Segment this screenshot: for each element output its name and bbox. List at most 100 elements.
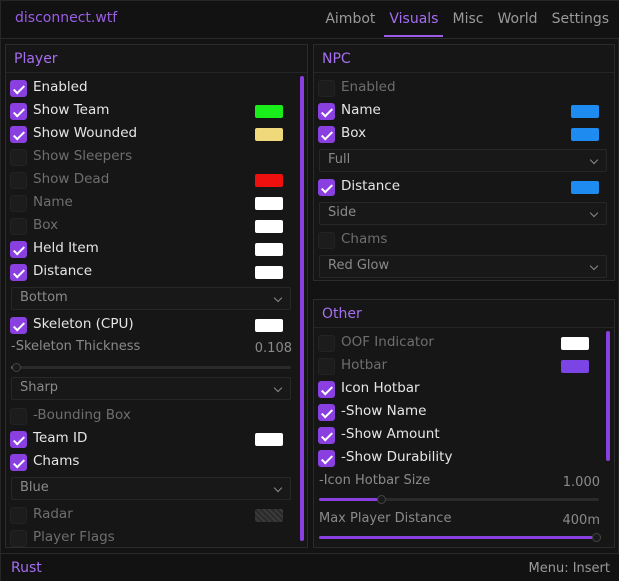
npc-box-checkbox[interactable] — [318, 126, 335, 143]
player-show-dead-checkbox[interactable] — [10, 172, 27, 189]
npc-box-color-swatch[interactable] — [571, 128, 599, 141]
player-skeleton-row[interactable]: Skeleton (CPU) — [6, 314, 307, 337]
max-player-distance-slider[interactable] — [319, 533, 601, 542]
name-color-swatch[interactable] — [255, 197, 283, 210]
npc-distance-color-swatch[interactable] — [571, 181, 599, 194]
npc-chams-row[interactable]: Chams — [314, 229, 614, 252]
skeleton-thickness-knob[interactable] — [12, 363, 21, 372]
player-enabled-row[interactable]: Enabled — [6, 77, 307, 100]
npc-name-row[interactable]: Name — [314, 100, 614, 123]
oof-indicator-row[interactable]: OOF Indicator — [314, 332, 614, 355]
player-show-sleepers-checkbox[interactable] — [10, 149, 27, 166]
icon-hotbar-size-fill — [319, 498, 381, 501]
oof-indicator-color-swatch[interactable] — [561, 337, 589, 350]
radar-color-swatch[interactable] — [255, 509, 283, 522]
tab-world[interactable]: World — [490, 1, 544, 39]
hotbar-row[interactable]: Hotbar — [314, 355, 614, 378]
radar-row[interactable]: Radar — [6, 504, 307, 527]
show-name-row[interactable]: -Show Name — [314, 401, 614, 424]
chevron-down-icon — [273, 383, 283, 393]
player-name-checkbox[interactable] — [10, 195, 27, 212]
skeleton-color-swatch[interactable] — [255, 319, 283, 332]
team-id-checkbox[interactable] — [10, 431, 27, 448]
player-held-item-row[interactable]: Held Item — [6, 238, 307, 261]
chevron-down-icon — [589, 208, 599, 218]
skeleton-style-value: Sharp — [20, 380, 59, 395]
npc-chams-style-dropdown[interactable]: Red Glow — [319, 255, 607, 278]
player-box-row[interactable]: Box — [6, 215, 307, 238]
npc-name-color-swatch[interactable] — [571, 105, 599, 118]
hotbar-checkbox[interactable] — [318, 358, 335, 375]
npc-distance-position-value: Side — [328, 205, 357, 220]
npc-box-row[interactable]: Box — [314, 123, 614, 146]
show-name-checkbox[interactable] — [318, 404, 335, 421]
player-chams-label: Chams — [33, 453, 80, 469]
team-id-row[interactable]: Team ID — [6, 428, 307, 451]
npc-name-checkbox[interactable] — [318, 103, 335, 120]
radar-checkbox[interactable] — [10, 507, 27, 524]
tab-misc[interactable]: Misc — [445, 1, 490, 39]
icon-hotbar-checkbox[interactable] — [318, 381, 335, 398]
dead-color-swatch[interactable] — [255, 174, 283, 187]
hotbar-color-swatch[interactable] — [561, 360, 589, 373]
player-held-item-checkbox[interactable] — [10, 241, 27, 258]
bounding-box-checkbox[interactable] — [10, 408, 27, 425]
team-color-swatch[interactable] — [255, 105, 283, 118]
tab-bar: Aimbot Visuals Misc World Settings — [318, 1, 616, 39]
npc-distance-checkbox[interactable] — [318, 179, 335, 196]
player-chams-row[interactable]: Chams — [6, 451, 307, 474]
npc-enabled-row[interactable]: Enabled — [314, 77, 614, 100]
player-distance-row[interactable]: Distance — [6, 261, 307, 284]
show-durability-checkbox[interactable] — [318, 450, 335, 467]
icon-hotbar-size-label: -Icon Hotbar Size — [319, 473, 431, 488]
npc-box-style-dropdown[interactable]: Full — [319, 149, 607, 172]
chams-color-dropdown[interactable]: Blue — [11, 477, 291, 500]
skeleton-thickness-slider[interactable] — [11, 363, 291, 372]
player-enabled-checkbox[interactable] — [10, 80, 27, 97]
icon-hotbar-size-knob[interactable] — [377, 495, 386, 504]
player-skeleton-checkbox[interactable] — [10, 317, 27, 334]
distance-position-dropdown[interactable]: Bottom — [11, 287, 291, 310]
chevron-down-icon — [273, 483, 283, 493]
held-item-color-swatch[interactable] — [255, 243, 283, 256]
show-name-label: -Show Name — [341, 403, 427, 419]
max-player-distance-knob[interactable] — [592, 533, 601, 542]
tab-settings[interactable]: Settings — [545, 1, 616, 39]
tab-visuals[interactable]: Visuals — [382, 1, 445, 39]
player-flags-row[interactable]: Player Flags — [6, 527, 307, 547]
distance-position-value: Bottom — [20, 290, 68, 305]
radar-label: Radar — [33, 506, 73, 522]
player-show-team-row[interactable]: Show Team — [6, 100, 307, 123]
npc-distance-row[interactable]: Distance — [314, 176, 614, 199]
player-panel-title: Player — [6, 45, 307, 73]
box-color-swatch[interactable] — [255, 220, 283, 233]
oof-indicator-checkbox[interactable] — [318, 335, 335, 352]
player-show-sleepers-row[interactable]: Show Sleepers — [6, 146, 307, 169]
show-durability-row[interactable]: -Show Durability — [314, 447, 614, 470]
player-distance-checkbox[interactable] — [10, 264, 27, 281]
tab-aimbot[interactable]: Aimbot — [318, 1, 382, 39]
player-flags-checkbox[interactable] — [10, 530, 27, 547]
brand-title: disconnect.wtf — [15, 10, 118, 26]
show-amount-checkbox[interactable] — [318, 427, 335, 444]
player-name-row[interactable]: Name — [6, 192, 307, 215]
npc-enabled-checkbox[interactable] — [318, 80, 335, 97]
npc-chams-checkbox[interactable] — [318, 232, 335, 249]
show-amount-row[interactable]: -Show Amount — [314, 424, 614, 447]
chams-color-value: Blue — [20, 480, 49, 495]
team-id-color-swatch[interactable] — [255, 433, 283, 446]
player-show-dead-row[interactable]: Show Dead — [6, 169, 307, 192]
distance-color-swatch[interactable] — [255, 266, 283, 279]
skeleton-style-dropdown[interactable]: Sharp — [11, 377, 291, 400]
player-chams-checkbox[interactable] — [10, 454, 27, 471]
icon-hotbar-row[interactable]: Icon Hotbar — [314, 378, 614, 401]
npc-distance-position-dropdown[interactable]: Side — [319, 202, 607, 225]
icon-hotbar-size-slider[interactable] — [319, 495, 599, 504]
player-show-wounded-row[interactable]: Show Wounded — [6, 123, 307, 146]
wounded-color-swatch[interactable] — [255, 128, 283, 141]
player-show-wounded-checkbox[interactable] — [10, 126, 27, 143]
player-skeleton-label: Skeleton (CPU) — [33, 316, 134, 332]
player-show-team-checkbox[interactable] — [10, 103, 27, 120]
player-box-checkbox[interactable] — [10, 218, 27, 235]
bounding-box-row[interactable]: -Bounding Box — [6, 405, 307, 428]
